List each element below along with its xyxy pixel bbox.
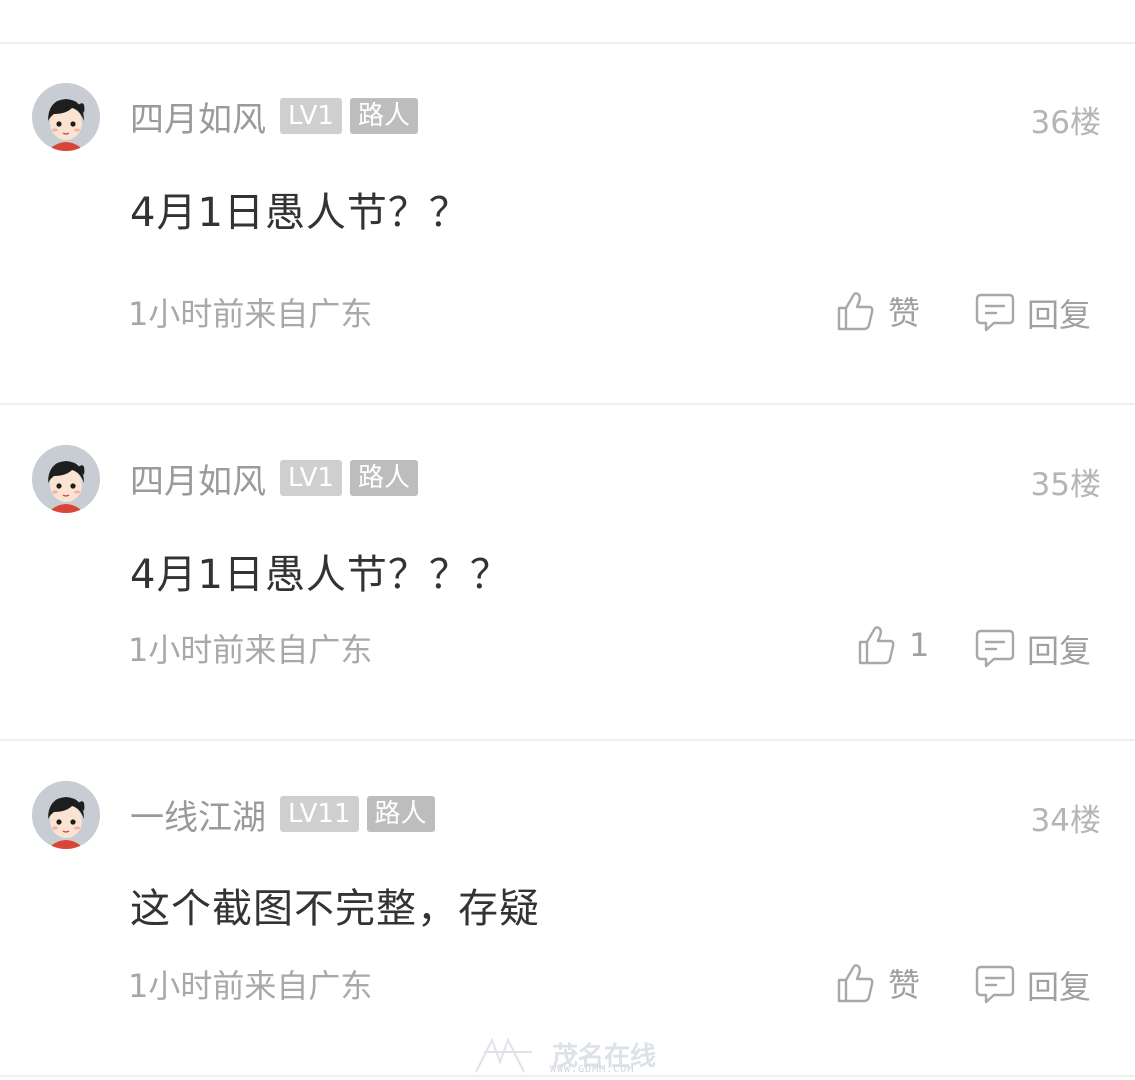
comment-bubble-icon <box>975 629 1015 668</box>
reply-label: 回复 <box>1027 632 1092 670</box>
divider <box>0 403 1135 405</box>
cartoon-avatar-icon <box>32 781 100 849</box>
thumbs-up-icon <box>837 292 874 331</box>
watermark: 茂名在线 WWW.GDMM.COM <box>470 1030 680 1078</box>
comment-bubble-icon <box>975 293 1015 332</box>
floor-number: 36楼 <box>1030 105 1101 141</box>
like-count: 1 <box>909 626 930 664</box>
level-badge: LV1 <box>280 460 342 496</box>
thumbs-up-icon <box>837 964 874 1003</box>
avatar[interactable] <box>32 83 100 151</box>
comment-meta: 1小时前来自广东 <box>128 631 373 669</box>
username[interactable]: 四月如风 <box>130 92 266 141</box>
level-badge: LV11 <box>280 796 359 832</box>
comment-text: 4月1日愚人节？？ <box>130 190 470 236</box>
like-button[interactable]: 赞 <box>836 960 920 1006</box>
top-divider <box>0 42 1135 44</box>
reply-button[interactable]: 回复 <box>975 290 1091 336</box>
cartoon-avatar-icon <box>32 83 100 151</box>
floor-number: 35楼 <box>1030 467 1101 503</box>
reply-label: 回复 <box>1027 296 1092 334</box>
reply-button[interactable]: 回复 <box>975 962 1091 1008</box>
username-row: 四月如风 LV1 路人 <box>130 96 418 140</box>
comment-meta: 1小时前来自广东 <box>128 967 373 1005</box>
like-label: 赞 <box>888 294 921 332</box>
level-badge: LV1 <box>280 98 342 134</box>
avatar[interactable] <box>32 445 100 513</box>
role-badge: 路人 <box>349 98 418 134</box>
username-row: 四月如风 LV1 路人 <box>130 458 418 502</box>
reply-button[interactable]: 回复 <box>975 626 1091 672</box>
comment-text: 这个截图不完整，存疑 <box>130 886 540 932</box>
username[interactable]: 一线江湖 <box>130 790 266 839</box>
like-button[interactable]: 赞 <box>836 288 920 334</box>
like-label: 赞 <box>888 966 921 1004</box>
username-row: 一线江湖 LV11 路人 <box>130 794 435 838</box>
role-badge: 路人 <box>349 460 418 496</box>
comment-bubble-icon <box>975 965 1015 1004</box>
watermark-logo-icon <box>475 1037 532 1073</box>
thumbs-up-icon <box>858 626 895 665</box>
comment-meta: 1小时前来自广东 <box>128 295 373 333</box>
username[interactable]: 四月如风 <box>130 454 266 503</box>
divider <box>0 739 1135 741</box>
like-button[interactable]: 1 <box>857 624 929 666</box>
watermark-url: WWW.GDMM.COM <box>550 1064 635 1075</box>
floor-number: 34楼 <box>1030 803 1101 839</box>
role-badge: 路人 <box>366 796 435 832</box>
reply-label: 回复 <box>1027 968 1092 1006</box>
cartoon-avatar-icon <box>32 445 100 513</box>
avatar[interactable] <box>32 781 100 849</box>
comment-text: 4月1日愚人节？？？ <box>130 552 511 598</box>
